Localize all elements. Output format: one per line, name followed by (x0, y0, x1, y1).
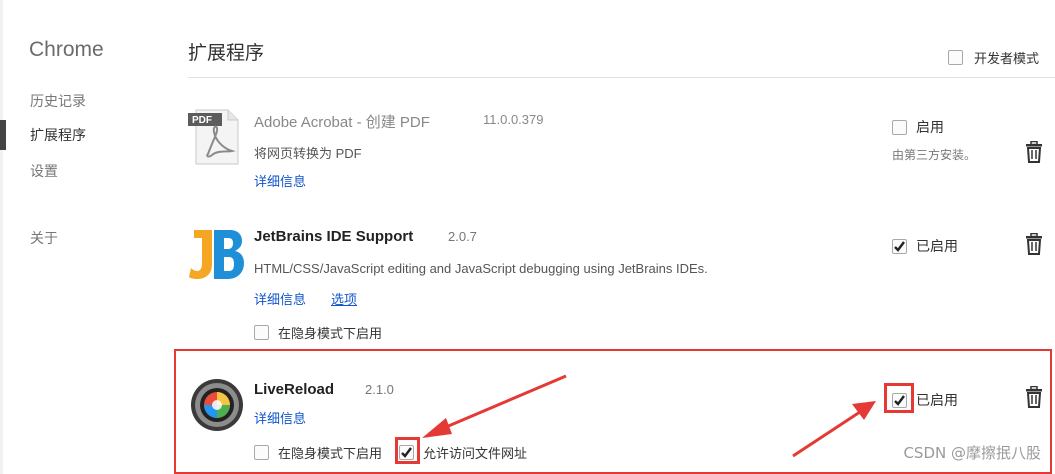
header-divider (188, 77, 1055, 78)
enable-checkbox[interactable] (892, 119, 907, 135)
checkmark-icon (894, 240, 905, 252)
active-indicator (0, 120, 6, 150)
extension-version: 2.1.0 (365, 382, 394, 397)
extension-name: JetBrains IDE Support (254, 228, 414, 245)
sidebar-item-settings[interactable]: 设置 (30, 161, 58, 181)
trash-icon[interactable] (1024, 140, 1044, 163)
enable-label: 启用 (916, 120, 944, 136)
sidebar-item-about[interactable]: 关于 (30, 228, 58, 248)
enable-toggle[interactable]: 已启用 (892, 236, 958, 256)
incognito-checkbox[interactable] (254, 325, 269, 340)
extension-version: 11.0.0.379 (483, 112, 544, 127)
svg-text:PDF: PDF (192, 115, 212, 126)
details-link[interactable]: 详细信息 (254, 289, 306, 308)
livereload-icon (190, 378, 244, 432)
trash-icon[interactable] (1024, 385, 1044, 408)
incognito-checkbox[interactable] (254, 445, 269, 460)
sidebar: Chrome 历史记录 扩展程序 设置 关于 (0, 0, 175, 474)
options-link[interactable]: 选项 (331, 289, 357, 308)
developer-mode-toggle[interactable]: 开发者模式 (948, 48, 1039, 67)
enable-checkbox-checked[interactable] (892, 238, 907, 254)
watermark: CSDN @摩擦抿八股 (903, 444, 1041, 462)
installed-by-third-party-note: 由第三方安装。 (892, 148, 977, 162)
file-access-highlight (395, 437, 420, 464)
pdf-icon: PDF (188, 108, 240, 166)
developer-mode-label: 开发者模式 (974, 52, 1040, 67)
enable-toggle[interactable]: 启用 (892, 117, 944, 137)
extension-description: HTML/CSS/JavaScript editing and JavaScri… (254, 261, 708, 276)
developer-mode-checkbox[interactable] (948, 50, 963, 65)
extension-name: LiveReload (254, 381, 335, 398)
enable-label: 已启用 (916, 393, 958, 409)
incognito-toggle[interactable]: 在隐身模式下启用 (254, 443, 382, 462)
incognito-label: 在隐身模式下启用 (278, 447, 383, 462)
incognito-label: 在隐身模式下启用 (278, 327, 383, 342)
enable-label: 已启用 (916, 239, 958, 255)
sidebar-item-history[interactable]: 历史记录 (30, 91, 86, 111)
brand-title: Chrome (29, 38, 104, 61)
file-access-label: 允许访问文件网址 (423, 447, 528, 462)
trash-icon[interactable] (1024, 232, 1044, 255)
extension-version: 2.0.7 (448, 229, 477, 244)
details-link[interactable]: 详细信息 (254, 408, 306, 427)
details-link[interactable]: 详细信息 (254, 171, 306, 190)
sidebar-item-extensions[interactable]: 扩展程序 (30, 125, 86, 145)
jetbrains-icon (188, 226, 244, 282)
incognito-toggle[interactable]: 在隐身模式下启用 (254, 323, 382, 342)
extension-name: Adobe Acrobat - 创建 PDF (254, 114, 430, 131)
page-title: 扩展程序 (188, 42, 265, 64)
enable-highlight (884, 383, 914, 413)
extension-description: 将网页转换为 PDF (254, 146, 362, 161)
